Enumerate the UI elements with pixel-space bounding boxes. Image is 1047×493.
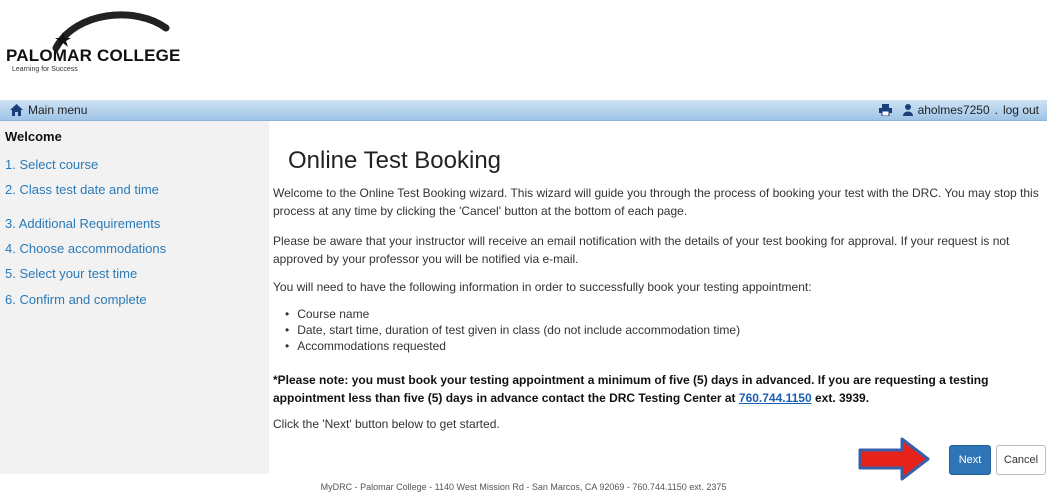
sidebar-item-additional-requirements[interactable]: 3. Additional Requirements [5, 216, 160, 231]
separator: . [994, 103, 998, 117]
wizard-steps-sidebar: Welcome 1. Select course 2. Class test d… [0, 121, 269, 474]
sidebar-item-welcome: Welcome [5, 129, 62, 144]
sidebar-item-select-course[interactable]: 1. Select course [5, 157, 98, 172]
phone-link[interactable]: 760.744.1150 [739, 391, 812, 405]
booking-note: *Please note: you must book your testing… [273, 371, 1043, 407]
logo-name: PALOMAR COLLEGE [6, 46, 181, 65]
user-area: aholmes7250 . log out [878, 103, 1039, 117]
main-menu-link[interactable]: Main menu [10, 103, 87, 117]
sidebar-item-class-test-date[interactable]: 2. Class test date and time [5, 182, 159, 197]
get-started-paragraph: Click the 'Next' button below to get sta… [273, 417, 500, 431]
requirements-paragraph: You will need to have the following info… [273, 280, 812, 294]
note-text: *Please note: you must book your testing… [273, 373, 989, 405]
sidebar-item-choose-accommodations[interactable]: 4. Choose accommodations [5, 241, 166, 256]
username: aholmes7250 [917, 103, 990, 117]
page-title: Online Test Booking [288, 147, 502, 174]
sidebar-item-select-test-time[interactable]: 5. Select your test time [5, 266, 137, 281]
requirements-list: Course name Date, start time, duration o… [285, 306, 740, 354]
logo-tagline: Learning for Success [12, 66, 78, 73]
home-icon [10, 104, 23, 116]
note-suffix: ext. 3939. [814, 391, 870, 405]
user-icon [902, 104, 913, 116]
approval-paragraph: Please be aware that your instructor wil… [273, 234, 1010, 266]
print-icon[interactable] [878, 104, 892, 116]
main-menu-label: Main menu [28, 103, 88, 117]
logout-link[interactable]: log out [1003, 103, 1039, 117]
intro-paragraph: Welcome to the Online Test Booking wizar… [273, 186, 1039, 218]
sidebar-item-confirm-complete[interactable]: 6. Confirm and complete [5, 292, 147, 307]
next-button[interactable]: Next [949, 445, 991, 475]
footer: MyDRC - Palomar College - 1140 West Miss… [320, 482, 727, 492]
cancel-button[interactable]: Cancel [996, 445, 1046, 475]
red-arrow-icon [858, 437, 930, 481]
list-item: Accommodations requested [285, 338, 740, 354]
top-nav-bar: Main menu aholmes7250 . log out [0, 100, 1047, 121]
header: PALOMAR COLLEGE Learning for Success [0, 0, 1047, 100]
list-item: Date, start time, duration of test given… [285, 322, 740, 338]
list-item: Course name [285, 306, 740, 322]
